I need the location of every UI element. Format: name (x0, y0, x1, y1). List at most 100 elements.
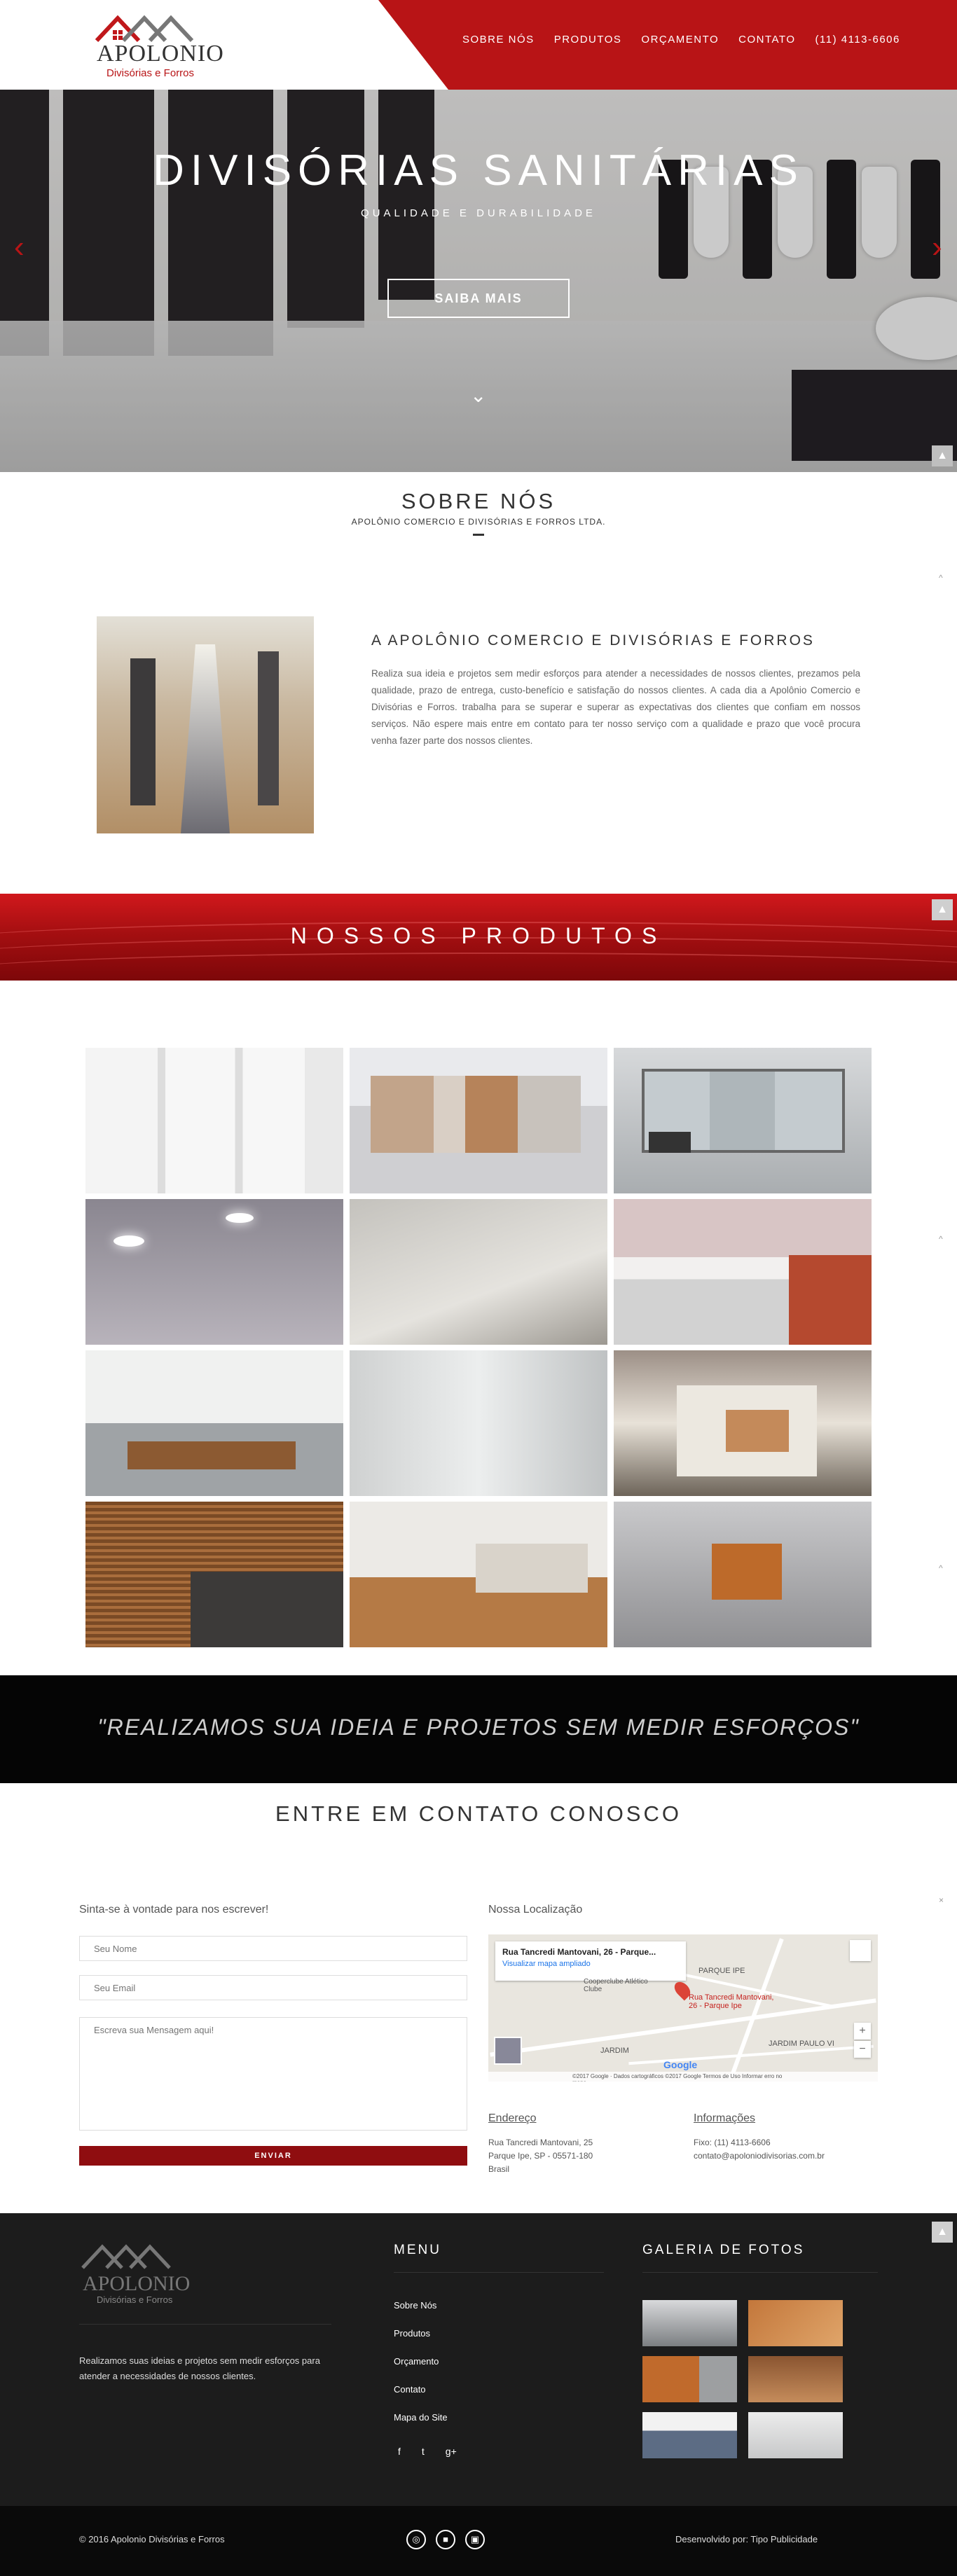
phone-text: Fixo: (11) 4113-6606 (694, 2138, 771, 2147)
nav-produtos[interactable]: PRODUTOS (554, 34, 622, 46)
footer-link-produtos[interactable]: Produtos (394, 2328, 448, 2356)
footer-link-mapa-do-site[interactable]: Mapa do Site (394, 2412, 448, 2440)
close-icon[interactable]: × (939, 1895, 944, 1905)
hero-title: DIVISÓRIAS SANITÁRIAS (153, 146, 804, 195)
gallery-thumbnail[interactable] (642, 2356, 737, 2402)
divider (642, 2272, 878, 2273)
footer-logo-text: APOLONIO (83, 2272, 191, 2295)
hero-slider: DIVISÓRIAS SANITÁRIAS QUALIDADE E DURABI… (0, 90, 957, 472)
footer-link-contato[interactable]: Contato (394, 2384, 448, 2412)
satellite-thumbnail[interactable] (494, 2037, 522, 2065)
chevron-right-icon[interactable]: › (932, 230, 942, 265)
lock-icon: ■ (436, 2530, 455, 2549)
map-place-label: Cooperclube Atlético Clube (584, 1978, 648, 1993)
about-heading: A APOLÔNIO COMERCIO E DIVISÓRIAS E FORRO… (371, 632, 815, 649)
hall-shape (181, 644, 230, 833)
email-field[interactable] (79, 1975, 467, 2000)
address-line: Brasil (488, 2164, 510, 2174)
footer-link-orcamento[interactable]: Orçamento (394, 2356, 448, 2384)
facebook-icon[interactable]: f (398, 2446, 401, 2457)
products-title: NOSSOS PRODUTOS (290, 923, 667, 948)
email-text[interactable]: contato@apoloniodivisorias.com.br (694, 2149, 825, 2163)
nav-orcamento[interactable]: ORÇAMENTO (641, 34, 719, 46)
arrow-up-icon[interactable]: ▲ (932, 445, 953, 466)
address-line: Parque Ipe, SP - 05571-180 (488, 2151, 593, 2161)
map-place-label: PARQUE IPE (698, 1967, 745, 1975)
site-header: APOLONIO Divisórias e Forros SOBRE NÓS P… (0, 0, 957, 90)
info-block: Fixo: (11) 4113-6606 contato@apoloniodiv… (694, 2136, 825, 2163)
name-field[interactable] (79, 1936, 467, 1961)
product-tile[interactable] (85, 1502, 343, 1647)
product-tile[interactable] (614, 1502, 872, 1647)
product-tile[interactable] (350, 1199, 607, 1345)
product-tile[interactable] (85, 1199, 343, 1345)
footer-link-sobre-nos[interactable]: Sobre Nós (394, 2300, 448, 2328)
copyright-text: © 2016 Apolonio Divisórias e Forros (79, 2534, 225, 2544)
door-shape (130, 658, 156, 805)
gallery-thumbnail[interactable] (748, 2356, 843, 2402)
caret-up-icon[interactable]: ^ (939, 1563, 943, 1573)
quote-text: "REALIZAMOS SUA IDEIA E PROJETOS SEM MED… (97, 1715, 860, 1740)
footer-menu: Sobre Nós Produtos Orçamento Contato Map… (394, 2300, 448, 2440)
product-tile[interactable] (85, 1350, 343, 1496)
logo-text: APOLONIO (97, 41, 224, 67)
chevron-down-icon[interactable]: ⌄ (470, 384, 486, 407)
google-logo: Google (663, 2059, 698, 2070)
map-place-label: JARDIM (600, 2047, 629, 2055)
zoom-out-icon[interactable]: − (854, 2041, 871, 2058)
product-tile[interactable] (350, 1350, 607, 1496)
about-title: SOBRE NÓS (401, 489, 556, 513)
fullscreen-icon[interactable] (850, 1940, 871, 1961)
arrow-up-icon[interactable]: ▲ (932, 2222, 953, 2243)
section-divider (473, 534, 484, 536)
zoom-in-icon[interactable]: + (854, 2023, 871, 2040)
product-tile[interactable] (85, 1048, 343, 1193)
saiba-mais-button[interactable]: SAIBA MAIS (387, 279, 570, 318)
message-field[interactable] (79, 2017, 467, 2131)
main-nav: SOBRE NÓS PRODUTOS ORÇAMENTO CONTATO (11… (462, 34, 900, 46)
gallery-thumbnail[interactable] (642, 2412, 737, 2458)
map-enlarge-link[interactable]: Visualizar mapa ampliado (502, 1960, 591, 1968)
product-tile[interactable] (614, 1048, 872, 1193)
cert-badges: ◎ ■ ▣ (406, 2530, 485, 2549)
nav-phone[interactable]: (11) 4113-6606 (815, 34, 900, 46)
chevron-left-icon[interactable]: ‹ (14, 230, 25, 265)
logo[interactable]: APOLONIO Divisórias e Forros (90, 13, 223, 79)
nav-sobre-nos[interactable]: SOBRE NÓS (462, 34, 535, 46)
banner-wave (0, 953, 957, 981)
gallery-thumbnail[interactable] (748, 2412, 843, 2458)
divider (394, 2272, 604, 2273)
caret-up-icon[interactable]: ^ (939, 1234, 943, 1244)
contact-form-heading: Sinta-se à vontade para nos escrever! (79, 1904, 269, 1916)
map-info-card: Rua Tancredi Mantovani, 26 - Parque... V… (495, 1941, 686, 1981)
footer-menu-title: MENU (394, 2243, 441, 2257)
address-line: Rua Tancredi Mantovani, 25 (488, 2138, 593, 2147)
nav-contato[interactable]: CONTATO (738, 34, 795, 46)
footer-gallery-title: GALERIA DE FOTOS (642, 2243, 805, 2257)
products-banner: NOSSOS PRODUTOS ▲ (0, 894, 957, 981)
product-tile[interactable] (350, 1502, 607, 1647)
bottom-bar: © 2016 Apolonio Divisórias e Forros ◎ ■ … (0, 2506, 957, 2576)
footer-about-text: Realizamos suas ideias e projetos sem me… (79, 2355, 320, 2381)
arrow-up-icon[interactable]: ▲ (932, 899, 953, 920)
location-map[interactable]: Rua Tancredi Mantovani, 26 - Parque... V… (488, 1934, 878, 2082)
developer-credit[interactable]: Desenvolvido por: Tipo Publicidade (675, 2534, 818, 2544)
social-links: f t g+ (398, 2446, 457, 2457)
product-tile[interactable] (614, 1350, 872, 1496)
product-tile[interactable] (350, 1048, 607, 1193)
door-shape (258, 651, 279, 805)
map-attribution: ©2017 Google · Dados cartográficos ©2017… (488, 2072, 878, 2082)
quote-band: "REALIZAMOS SUA IDEIA E PROJETOS SEM MED… (0, 1675, 957, 1783)
map-road (490, 1998, 876, 2057)
map-card-title: Rua Tancredi Mantovani, 26 - Parque... (502, 1947, 656, 1957)
twitter-icon[interactable]: t (422, 2446, 425, 2457)
google-plus-icon[interactable]: g+ (446, 2446, 457, 2457)
footer-logo[interactable]: APOLONIO Divisórias e Forros (77, 2241, 191, 2305)
caret-up-icon[interactable]: ^ (939, 573, 943, 583)
address-heading: Endereço (488, 2112, 537, 2124)
send-button[interactable]: ENVIAR (79, 2146, 467, 2166)
product-tile[interactable] (614, 1199, 872, 1345)
gallery-thumbnail[interactable] (748, 2300, 843, 2346)
roof-logo-icon (81, 2244, 171, 2269)
gallery-thumbnail[interactable] (642, 2300, 737, 2346)
